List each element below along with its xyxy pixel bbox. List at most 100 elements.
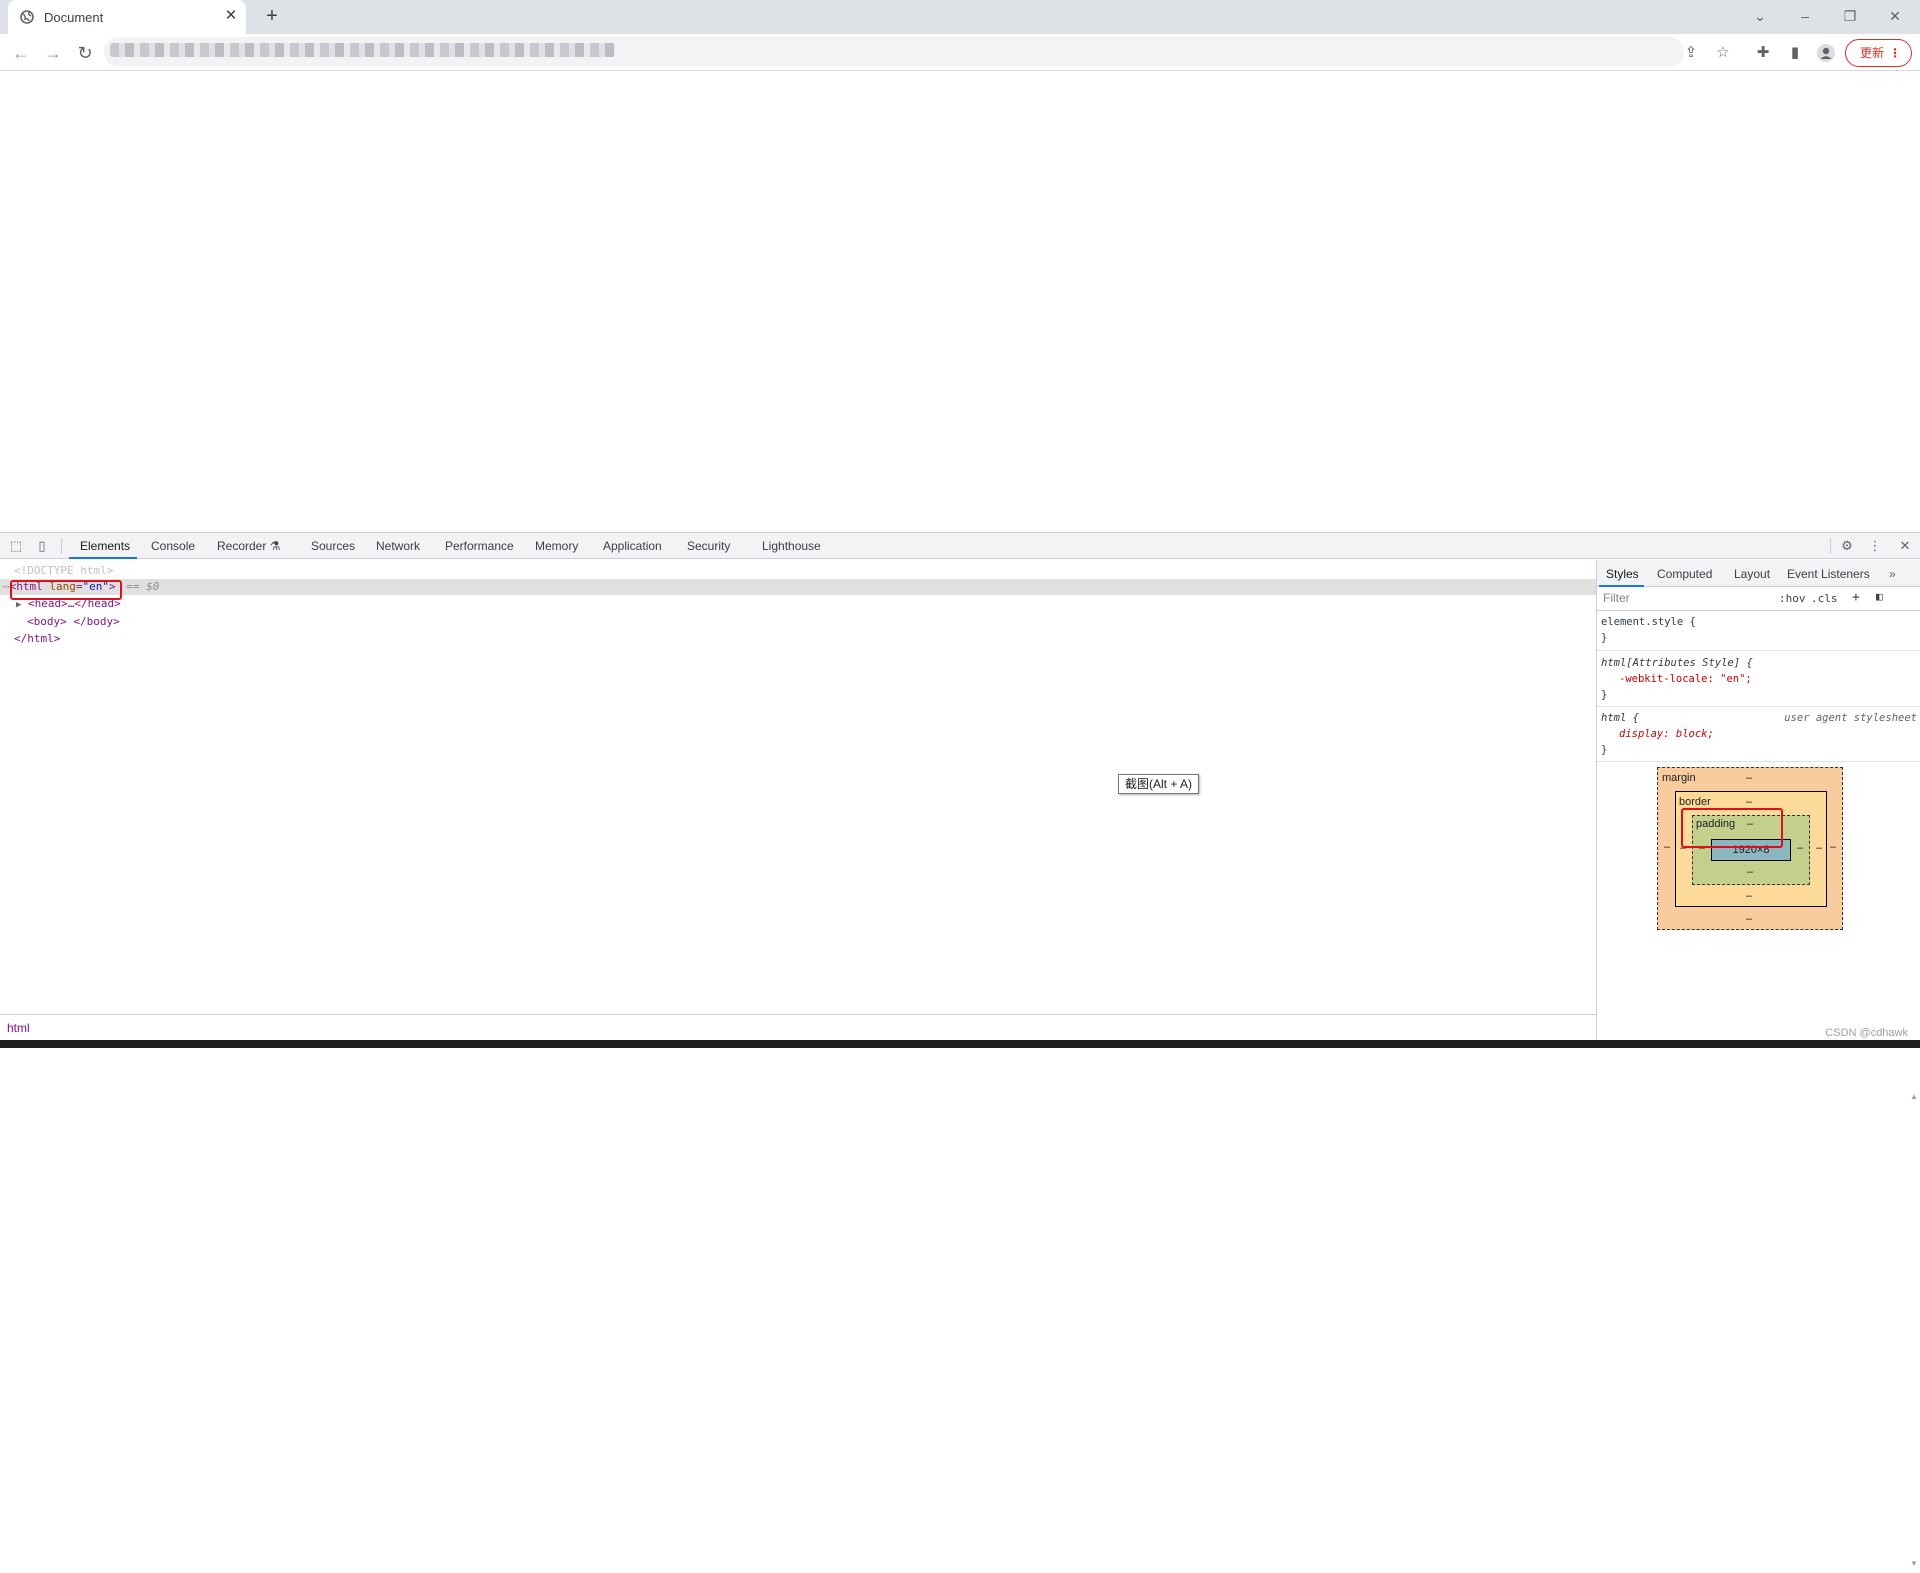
puzzle-extension-icon[interactable]: ✚ xyxy=(1752,42,1774,64)
tab-recorder[interactable]: Recorder ⚗ xyxy=(217,539,280,553)
rule-close: } xyxy=(1601,744,1608,756)
rule-selector: html[Attributes Style] { xyxy=(1601,657,1753,669)
scroll-up-arrow-icon[interactable]: ▲ xyxy=(1910,1092,1918,1101)
inspect-element-icon[interactable]: ⬚ xyxy=(8,538,24,554)
update-label: 更新 xyxy=(1860,46,1885,60)
tab-sources[interactable]: Sources xyxy=(311,539,355,553)
dom-doctype[interactable]: <!DOCTYPE html> xyxy=(0,563,1596,579)
new-tab-button[interactable]: + xyxy=(260,5,284,29)
divider xyxy=(1830,538,1831,554)
back-arrow-icon[interactable]: ← xyxy=(10,42,32,64)
rule-html-attributes: html[Attributes Style] { -webkit-locale:… xyxy=(1601,655,1917,703)
dom-html-open[interactable]: ⋯<html lang="en"> == $0 xyxy=(0,579,1596,595)
tab-performance[interactable]: Performance xyxy=(445,539,514,553)
gear-icon[interactable]: ⚙ xyxy=(1839,538,1855,554)
dom-html-close[interactable]: </html> xyxy=(0,631,1596,647)
divider xyxy=(61,538,62,554)
tab-computed[interactable]: Computed xyxy=(1657,567,1712,581)
chevron-down-icon[interactable]: ⌄ xyxy=(1740,4,1780,28)
tab-network[interactable]: Network xyxy=(376,539,420,553)
margin-bottom-value: – xyxy=(1746,913,1753,925)
rule-source[interactable]: user agent stylesheet xyxy=(1784,710,1917,726)
tab-lighthouse[interactable]: Lighthouse xyxy=(762,539,821,553)
rule-property[interactable]: -webkit-locale: "en"; xyxy=(1601,671,1917,687)
screenshot-tooltip: 截图(Alt + A) xyxy=(1118,774,1200,794)
filter-input[interactable]: Filter xyxy=(1603,591,1771,607)
forward-arrow-icon[interactable]: → xyxy=(42,42,64,64)
breadcrumb-html[interactable]: html xyxy=(7,1021,30,1035)
rule-close: } xyxy=(1601,689,1608,701)
side-panel-icon[interactable]: ▮ xyxy=(1784,42,1806,64)
doctype-text: <!DOCTYPE html> xyxy=(14,564,114,577)
active-tab-indicator xyxy=(69,557,137,559)
close-window-button[interactable]: ✕ xyxy=(1875,4,1915,28)
breadcrumb: html xyxy=(0,1014,1596,1040)
selected-marker: == $0 xyxy=(126,580,160,593)
box-model-margin[interactable]: margin – – – – border – – – – padding – … xyxy=(1657,767,1843,930)
border-top-value: – xyxy=(1746,796,1753,808)
head-tag: <head>…</head> xyxy=(28,597,121,610)
styles-filter-row: Filter :hov .cls + ◧ xyxy=(1597,587,1920,611)
page-viewport xyxy=(0,71,1920,532)
minimize-button[interactable]: – xyxy=(1785,4,1825,28)
tab-styles[interactable]: Styles xyxy=(1606,567,1639,581)
padding-bottom-value: – xyxy=(1747,866,1754,878)
tab-console[interactable]: Console xyxy=(151,539,195,553)
toggle-sidebar-icon[interactable]: ◧ xyxy=(1876,590,1883,603)
content-size-highlight-box xyxy=(1681,808,1783,848)
devtools-tab-bar: ⬚ ▯ Elements Console Recorder ⚗ Sources … xyxy=(0,533,1920,559)
tab-security[interactable]: Security xyxy=(687,539,730,553)
margin-left-value: – xyxy=(1664,841,1671,853)
reload-icon[interactable]: ↻ xyxy=(74,42,96,64)
rule-selector: element.style { xyxy=(1601,616,1696,628)
tab-recorder-label: Recorder xyxy=(217,539,267,553)
update-button[interactable]: 更新 ⋮ xyxy=(1845,39,1912,67)
globe-icon xyxy=(20,10,34,24)
rule-element-style: element.style { } xyxy=(1601,614,1917,646)
tab-layout[interactable]: Layout xyxy=(1734,567,1770,581)
restore-button[interactable]: ❐ xyxy=(1830,4,1870,28)
border-bottom-value: – xyxy=(1746,890,1753,902)
close-icon[interactable]: ✕ xyxy=(223,8,239,24)
more-vert-icon: ⋮ xyxy=(1889,46,1901,60)
add-rule-icon[interactable]: + xyxy=(1852,590,1860,605)
dom-body[interactable]: <body> </body> xyxy=(0,614,1596,630)
device-toolbar-icon[interactable]: ▯ xyxy=(34,538,50,554)
border-right-value: – xyxy=(1816,842,1823,854)
elements-dom-tree: <!DOCTYPE html> ⋯<html lang="en"> == $0 … xyxy=(0,560,1596,1014)
cls-button[interactable]: .cls xyxy=(1811,592,1838,605)
flask-icon: ⚗ xyxy=(269,539,281,553)
rule-property: display: block; xyxy=(1619,728,1714,740)
taskbar-strip xyxy=(0,1040,1920,1048)
browser-tab[interactable]: Document ✕ xyxy=(8,0,246,34)
styles-scrollbar[interactable]: ▲ ▼ xyxy=(1908,1092,1920,1573)
divider xyxy=(1597,650,1920,651)
tab-elements[interactable]: Elements xyxy=(80,539,130,553)
profile-avatar-icon[interactable] xyxy=(1815,42,1837,64)
expand-triangle-icon[interactable]: ▶ xyxy=(0,600,21,610)
margin-top-value: – xyxy=(1746,772,1753,784)
share-icon[interactable]: ⇪ xyxy=(1680,42,1702,64)
close-icon[interactable]: ✕ xyxy=(1897,538,1913,554)
styles-sidebar: Styles Computed Layout Event Listeners »… xyxy=(1596,560,1920,1041)
hov-button[interactable]: :hov xyxy=(1779,592,1806,605)
tab-memory[interactable]: Memory xyxy=(535,539,578,553)
ellipsis-icon: ⋯ xyxy=(3,580,10,593)
url-text-blurred xyxy=(110,43,615,57)
html-close-tag: </html> xyxy=(14,632,61,645)
more-vert-icon[interactable]: ⋮ xyxy=(1867,538,1883,554)
margin-label: margin xyxy=(1662,772,1696,784)
styles-tab-bar: Styles Computed Layout Event Listeners » xyxy=(1597,560,1920,587)
star-icon[interactable]: ☆ xyxy=(1712,42,1734,64)
scroll-down-arrow-icon[interactable]: ▼ xyxy=(1910,1559,1918,1568)
tab-event-listeners[interactable]: Event Listeners xyxy=(1787,567,1870,581)
rule-close: } xyxy=(1601,632,1608,644)
divider xyxy=(1597,761,1920,762)
browser-toolbar: ← → ↻ ⇪ ☆ ✚ ▮ 更新 ⋮ xyxy=(0,34,1920,71)
padding-right-value: – xyxy=(1797,842,1804,854)
dom-head[interactable]: ▶ <head>…</head> xyxy=(0,596,1596,612)
tab-application[interactable]: Application xyxy=(603,539,662,553)
divider xyxy=(1597,706,1920,707)
watermark: CSDN @cdhawk xyxy=(1825,1027,1908,1039)
chevron-double-right-icon[interactable]: » xyxy=(1889,567,1896,581)
